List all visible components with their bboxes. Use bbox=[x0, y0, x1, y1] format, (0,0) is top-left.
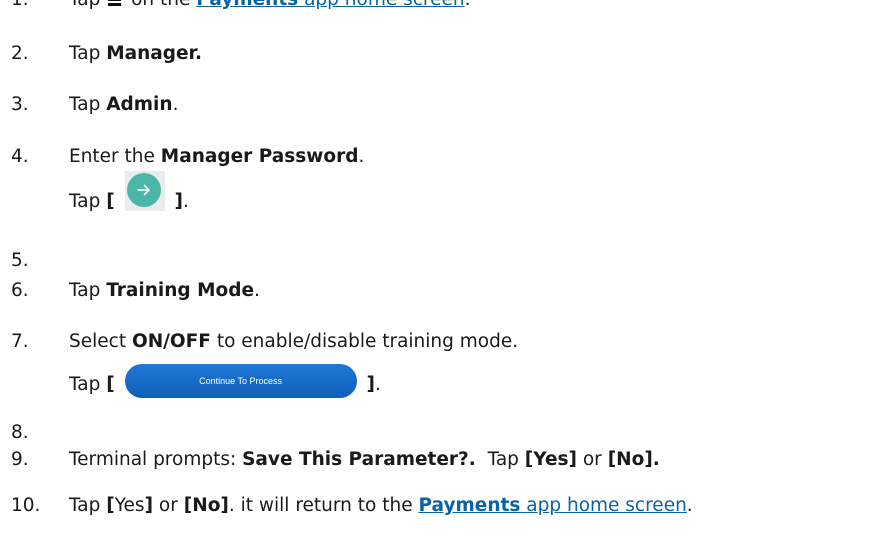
payments-home-link[interactable]: Payments app home screen bbox=[418, 495, 686, 516]
arrow-right-circle-icon bbox=[126, 173, 161, 207]
step-text: Tap [Yes] or [No]. it will return to the… bbox=[69, 495, 693, 516]
step-text: Enter the Manager Password. bbox=[69, 146, 365, 167]
menu-icon bbox=[108, 0, 122, 6]
step-number: 5. bbox=[11, 250, 29, 271]
step-number: 2. bbox=[11, 43, 29, 64]
step-number: 1. bbox=[11, 0, 29, 10]
instruction-list: 1. Tap on the Payments app home screen. … bbox=[0, 0, 879, 555]
payments-home-link[interactable]: Payments app home screen bbox=[196, 0, 464, 10]
step-number: 7. bbox=[11, 331, 29, 352]
step-number: 10. bbox=[11, 495, 41, 516]
step-text: Tap [ Continue To Process ]. bbox=[69, 364, 381, 398]
step-text: Select ON/OFF to enable/disable training… bbox=[69, 331, 519, 352]
continue-to-process-button: Continue To Process bbox=[124, 364, 357, 398]
step-number: 3. bbox=[11, 94, 29, 115]
step-text: Tap on the Payments app home screen. bbox=[69, 0, 471, 10]
step-number: 4. bbox=[11, 146, 29, 167]
step-text: Terminal prompts: Save This Parameter?. … bbox=[69, 449, 660, 470]
next-arrow-button bbox=[124, 171, 165, 211]
step-number: 9. bbox=[11, 449, 29, 470]
step-number: 6. bbox=[11, 280, 29, 301]
step-text: Tap [ ]. bbox=[69, 171, 189, 212]
step-text: Tap Manager. bbox=[69, 43, 203, 64]
step-text: Tap Training Mode. bbox=[69, 280, 260, 301]
step-text: Tap Admin. bbox=[69, 94, 179, 115]
step-number: 8. bbox=[11, 422, 29, 443]
